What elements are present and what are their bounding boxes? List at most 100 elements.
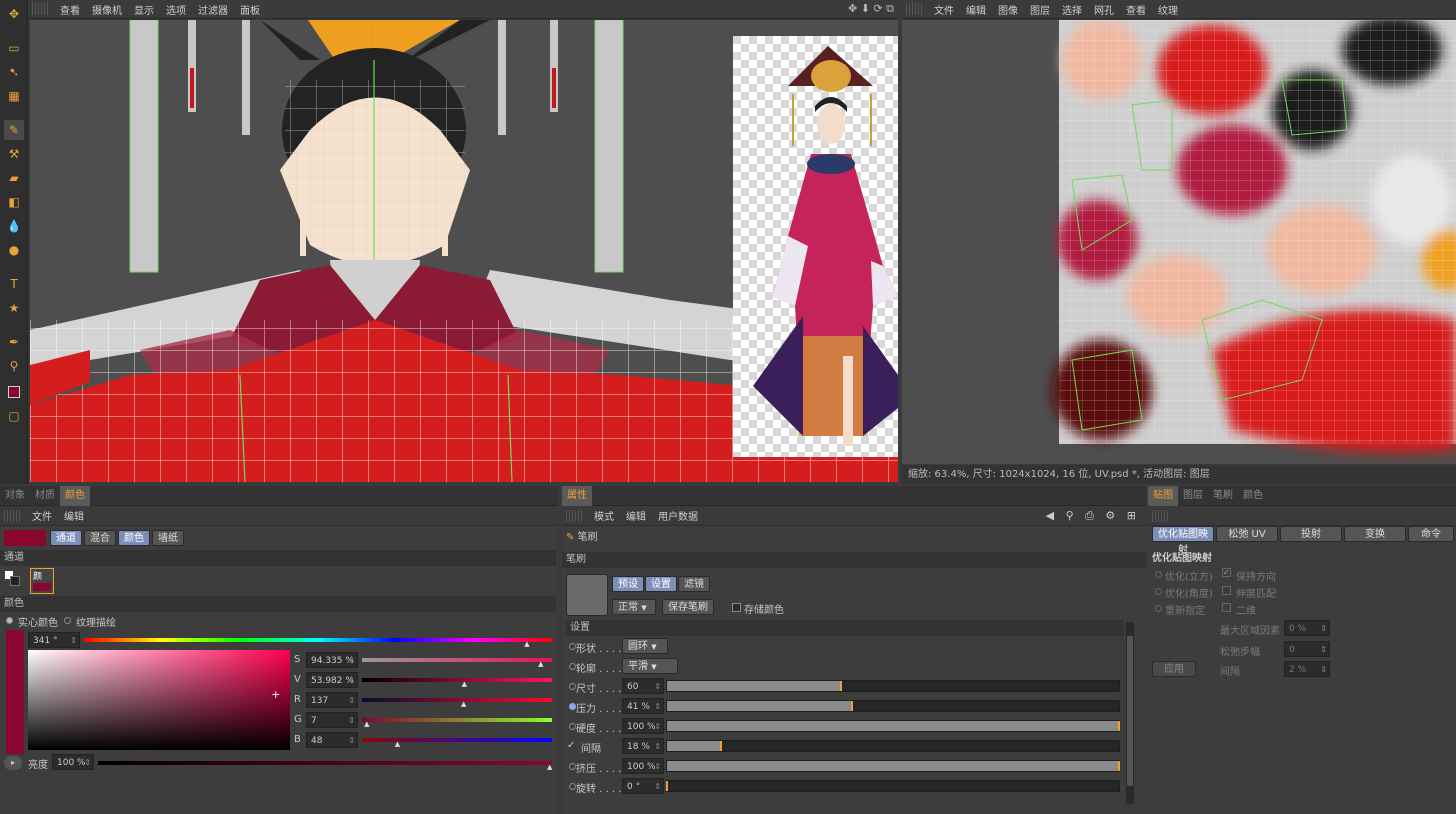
- menu-file[interactable]: 文件: [934, 2, 954, 17]
- menu-display[interactable]: 显示: [134, 2, 154, 17]
- spacing-field[interactable]: 18 %: [622, 738, 664, 755]
- squeeze-slider-handle[interactable]: [1118, 761, 1120, 771]
- eraser-icon[interactable]: ▰: [4, 168, 24, 188]
- pressure-slider[interactable]: [666, 700, 1120, 712]
- saturation-slider[interactable]: [362, 658, 552, 662]
- rotation-field[interactable]: 0 °: [622, 778, 664, 795]
- attributes-scrollbar[interactable]: [1126, 622, 1134, 804]
- mode-mix-button[interactable]: 混合: [84, 530, 116, 546]
- size-slider-handle[interactable]: [840, 681, 843, 691]
- menu-texture[interactable]: 纹理: [1158, 2, 1178, 17]
- red-handle[interactable]: ▲: [461, 700, 466, 708]
- spacing-slider[interactable]: [666, 740, 1120, 752]
- tab-transform[interactable]: 变换: [1344, 526, 1406, 542]
- expand-arrow-icon[interactable]: ▸: [4, 756, 22, 770]
- rotation-slider[interactable]: [666, 780, 1120, 792]
- rotation-anim-dot[interactable]: [569, 783, 576, 790]
- saturation-value-picker[interactable]: +: [28, 650, 290, 750]
- magnifier-icon[interactable]: ⚲: [4, 356, 24, 376]
- menu-edit[interactable]: 编辑: [626, 508, 646, 523]
- pressure-field[interactable]: 41 %: [622, 698, 664, 715]
- channel-thumbnail[interactable]: 颜: [30, 568, 54, 594]
- radio-reassign[interactable]: [1155, 605, 1162, 612]
- hue-slider[interactable]: [84, 638, 552, 642]
- keep-orientation-checkbox[interactable]: ✓: [1222, 568, 1231, 577]
- tab-relax-uv[interactable]: 松弛 UV: [1216, 526, 1278, 542]
- move-tool-icon[interactable]: ✥: [4, 4, 24, 24]
- menu-options[interactable]: 选项: [166, 2, 186, 17]
- dodge-icon[interactable]: ●: [4, 240, 24, 260]
- squeeze-anim-dot[interactable]: [569, 763, 576, 770]
- mode-wallpaper-button[interactable]: 墙纸: [152, 530, 184, 546]
- green-field[interactable]: 7: [306, 712, 358, 729]
- hardness-slider[interactable]: [666, 720, 1120, 732]
- squeeze-slider[interactable]: [666, 760, 1120, 772]
- menu-view[interactable]: 查看: [1126, 2, 1146, 17]
- eyedropper-icon[interactable]: ✒: [4, 332, 24, 352]
- red-slider[interactable]: [362, 698, 552, 702]
- tab-settings[interactable]: 设置: [645, 576, 677, 592]
- blend-mode-dropdown[interactable]: 正常 ▼: [612, 599, 656, 615]
- blue-field[interactable]: 48: [306, 732, 358, 749]
- max-area-factor-field[interactable]: 0 %: [1284, 620, 1330, 637]
- menu-panel[interactable]: 面板: [240, 2, 260, 17]
- hardness-field[interactable]: 100 %: [622, 718, 664, 735]
- shape-dropdown[interactable]: 圆环 ▼: [622, 638, 668, 654]
- gradient-tool-icon[interactable]: ◧: [4, 192, 24, 212]
- green-slider[interactable]: [362, 718, 552, 722]
- menu-select[interactable]: 选择: [1062, 2, 1082, 17]
- menu-camera[interactable]: 摄像机: [92, 2, 122, 17]
- relax-step-field[interactable]: 0: [1284, 641, 1330, 658]
- tab-optimal-mapping[interactable]: 优化贴图映射: [1152, 526, 1214, 556]
- tab-color[interactable]: 颜色: [1238, 486, 1268, 506]
- shape-anim-dot[interactable]: [569, 643, 576, 650]
- tab-filter[interactable]: 滤镜: [678, 576, 710, 592]
- squeeze-field[interactable]: 100 %: [622, 758, 664, 775]
- value-slider[interactable]: [362, 678, 552, 682]
- brightness-slider[interactable]: [98, 761, 552, 765]
- menu-edit[interactable]: 编辑: [64, 508, 84, 523]
- smudge-icon[interactable]: 💧: [4, 216, 24, 236]
- tab-brush[interactable]: 笔刷: [1208, 486, 1238, 506]
- menu-mesh[interactable]: 网孔: [1094, 2, 1114, 17]
- blue-handle[interactable]: ▲: [395, 740, 400, 748]
- value-handle[interactable]: ▲: [462, 680, 467, 688]
- pressure-anim-dot[interactable]: [569, 703, 576, 710]
- size-anim-dot[interactable]: [569, 683, 576, 690]
- mode-channel-button[interactable]: 通道: [50, 530, 82, 546]
- saturation-handle[interactable]: ▲: [538, 660, 543, 668]
- tab-preset[interactable]: 预设: [612, 576, 644, 592]
- current-color-swatch[interactable]: [4, 530, 46, 546]
- shape-tool-icon[interactable]: ★: [4, 298, 24, 318]
- blue-slider[interactable]: [362, 738, 552, 742]
- size-field[interactable]: 60: [622, 678, 664, 695]
- brush-preview[interactable]: [566, 574, 608, 616]
- viewport-nav-icons[interactable]: ✥ ⬇ ⟳ ⧉: [848, 2, 894, 16]
- scrollbar-thumb[interactable]: [1127, 636, 1133, 786]
- radio-optimal-angle[interactable]: [1155, 588, 1162, 595]
- brightness-field[interactable]: 100 %: [52, 754, 94, 771]
- hardness-anim-dot[interactable]: [569, 723, 576, 730]
- tab-material[interactable]: 材质: [30, 486, 60, 506]
- attr-toolbar-icons[interactable]: ◀ ⚲ ⎙ ⚙ ⊞: [1046, 509, 1140, 523]
- menu-mode[interactable]: 模式: [594, 508, 614, 523]
- tab-layer[interactable]: 图层: [1178, 486, 1208, 506]
- menu-view[interactable]: 查看: [60, 2, 80, 17]
- uv-texture-canvas[interactable]: [902, 20, 1456, 464]
- channel-fg-bg-icon[interactable]: [4, 570, 26, 590]
- store-color-checkbox[interactable]: [732, 603, 741, 612]
- texture-paint-radio[interactable]: [64, 617, 71, 624]
- brush-tool-icon[interactable]: ✎: [4, 120, 24, 140]
- color-swatch-icon[interactable]: [4, 382, 24, 402]
- lasso-icon[interactable]: ➷: [4, 62, 24, 82]
- menu-file[interactable]: 文件: [32, 508, 52, 523]
- green-handle[interactable]: ▲: [364, 720, 369, 728]
- brightness-handle[interactable]: ▲: [547, 763, 552, 771]
- 2d-checkbox[interactable]: [1222, 603, 1231, 612]
- spacing-field[interactable]: 2 %: [1284, 661, 1330, 678]
- 3d-viewport[interactable]: [30, 20, 898, 482]
- outline-dropdown[interactable]: 平滑 ▼: [622, 658, 678, 674]
- hardness-slider-handle[interactable]: [1118, 721, 1120, 731]
- solid-color-radio[interactable]: [6, 617, 13, 624]
- tab-projection[interactable]: 投射: [1280, 526, 1342, 542]
